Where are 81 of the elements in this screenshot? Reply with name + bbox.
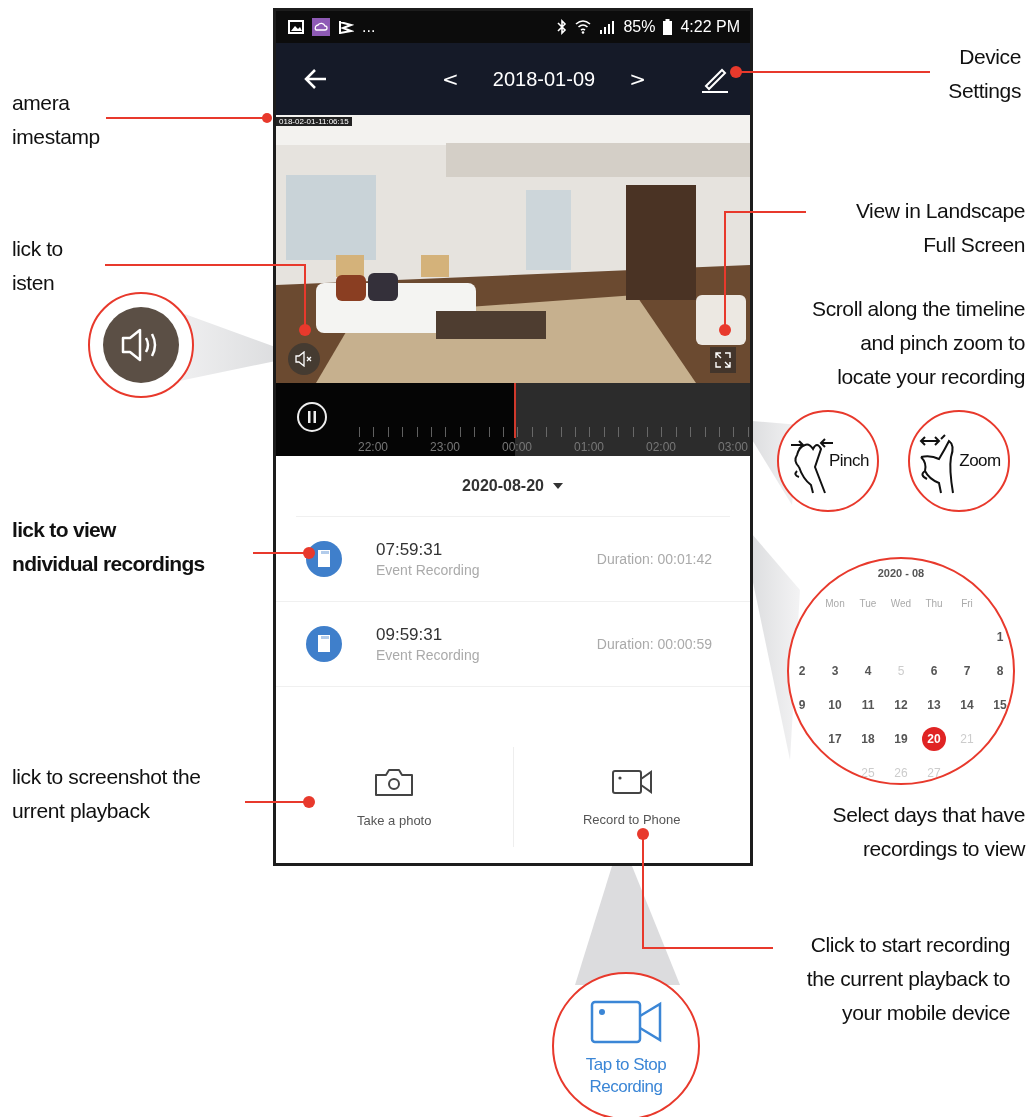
callout-text: lick to isten — [12, 236, 63, 296]
clock: 4:22 PM — [680, 18, 740, 36]
calendar-day[interactable]: 20 — [922, 727, 946, 751]
time-label: 01:00 — [573, 440, 605, 454]
wifi-icon — [575, 20, 592, 34]
muted-speaker-icon — [295, 351, 313, 367]
stop-recording-label: Tap to Stop Recording — [584, 1054, 668, 1098]
flag-icon — [338, 19, 354, 35]
callout-text: lick to screenshot the urrent playback — [12, 764, 201, 824]
callout-text: lick to view ndividual recordings — [12, 517, 205, 577]
sd-card-icon — [306, 541, 342, 577]
calendar-day[interactable]: 6 — [922, 659, 946, 683]
time-label: 02:00 — [645, 440, 677, 454]
video-camera-icon[interactable] — [590, 1000, 662, 1044]
weekday-label: Wed — [890, 597, 912, 609]
recording-time: 09:59:31 — [376, 625, 444, 645]
recording-duration: Duration: 00:01:42 — [596, 551, 712, 567]
calendar-day[interactable]: 13 — [922, 693, 946, 717]
fullscreen-button[interactable] — [710, 347, 736, 373]
cloud-icon — [312, 18, 330, 36]
previous-day-button[interactable]: < — [438, 67, 463, 91]
gesture-label: Zoom — [959, 451, 1001, 471]
recording-duration: Duration: 00:00:59 — [596, 636, 712, 652]
gesture-label: Pinch — [829, 451, 869, 471]
calendar-day[interactable]: 14 — [955, 693, 979, 717]
callout-text: Click to start recording the current playback to your mobile device — [806, 932, 1010, 1026]
calendar-day[interactable]: 11 — [856, 693, 880, 717]
recording-row[interactable]: 07:59:31 Event Recording Duration: 00:01:42 — [276, 517, 750, 602]
calendar-day[interactable]: 10 — [823, 693, 847, 717]
calendar-day[interactable]: 12 — [889, 693, 913, 717]
next-day-button[interactable]: > — [625, 67, 650, 91]
weekday-label: Thu — [925, 597, 943, 609]
camera-icon — [374, 766, 415, 797]
calendar-day[interactable]: 4 — [856, 659, 880, 683]
leader-line — [252, 547, 315, 559]
date-title: 2018-01-09 — [492, 67, 596, 91]
sd-card-icon — [306, 626, 342, 662]
recording-row[interactable]: 09:59:31 Event Recording Duration: 00:00:59 — [276, 602, 750, 687]
time-label: 23:00 — [429, 440, 461, 454]
time-label: 22:00 — [357, 440, 389, 454]
time-label: 00:00 — [501, 440, 533, 454]
time-label: 03:00 — [717, 440, 749, 454]
recording-time: 07:59:31 — [376, 540, 444, 560]
calendar-day[interactable]: 15 — [988, 693, 1012, 717]
expand-icon — [715, 352, 731, 368]
camera-timestamp: 018-02-01-11:06:15 — [276, 117, 352, 126]
calendar-day[interactable]: 17 — [823, 727, 847, 751]
calendar-day[interactable]: 19 — [889, 727, 913, 751]
weekday-label: Tue — [859, 597, 877, 609]
take-photo-button[interactable]: Take a photo — [276, 747, 513, 847]
leader-line — [244, 796, 315, 808]
battery-icon — [663, 19, 673, 35]
signal-icon — [599, 20, 616, 34]
callout-text: amera imestamp — [12, 90, 100, 150]
callout-text: Scroll along the timeline and pinch zoom to locate your recording — [812, 296, 1025, 390]
calendar-day[interactable]: 9 — [790, 693, 814, 717]
caret-icon[interactable] — [551, 482, 564, 490]
image-icon — [288, 20, 304, 34]
weekday-label: Fri — [961, 597, 973, 609]
timeline[interactable]: 22:00 23:00 00:00 01:00 02:00 03:00 — [276, 383, 750, 456]
weekday-label: Mon — [825, 597, 845, 609]
recording-type: Event Recording — [376, 562, 480, 578]
calendar-day[interactable]: 8 — [988, 659, 1012, 683]
speaker-icon[interactable] — [103, 307, 179, 383]
calendar-day[interactable]: 7 — [955, 659, 979, 683]
callout-text: Select days that have recordings to view — [832, 802, 1025, 862]
back-icon[interactable] — [304, 68, 328, 90]
calendar-month: 2020 - 08 — [877, 567, 925, 579]
recording-type: Event Recording — [376, 647, 480, 663]
calendar-day[interactable]: 2 — [790, 659, 814, 683]
battery-percent: 85% — [623, 18, 656, 36]
pause-icon[interactable] — [296, 401, 328, 433]
calendar-day[interactable]: 18 — [856, 727, 880, 751]
callout-text: View in Landscape Full Screen — [855, 198, 1025, 258]
calendar-day[interactable]: 1 — [988, 625, 1012, 649]
notification-overflow: ... — [362, 18, 376, 36]
bluetooth-icon — [557, 19, 568, 35]
video-camera-icon — [610, 767, 653, 796]
calendar-day[interactable]: 3 — [823, 659, 847, 683]
callout-text: Device Settings — [948, 44, 1021, 104]
selected-date[interactable]: 2020-08-20 — [462, 477, 544, 495]
